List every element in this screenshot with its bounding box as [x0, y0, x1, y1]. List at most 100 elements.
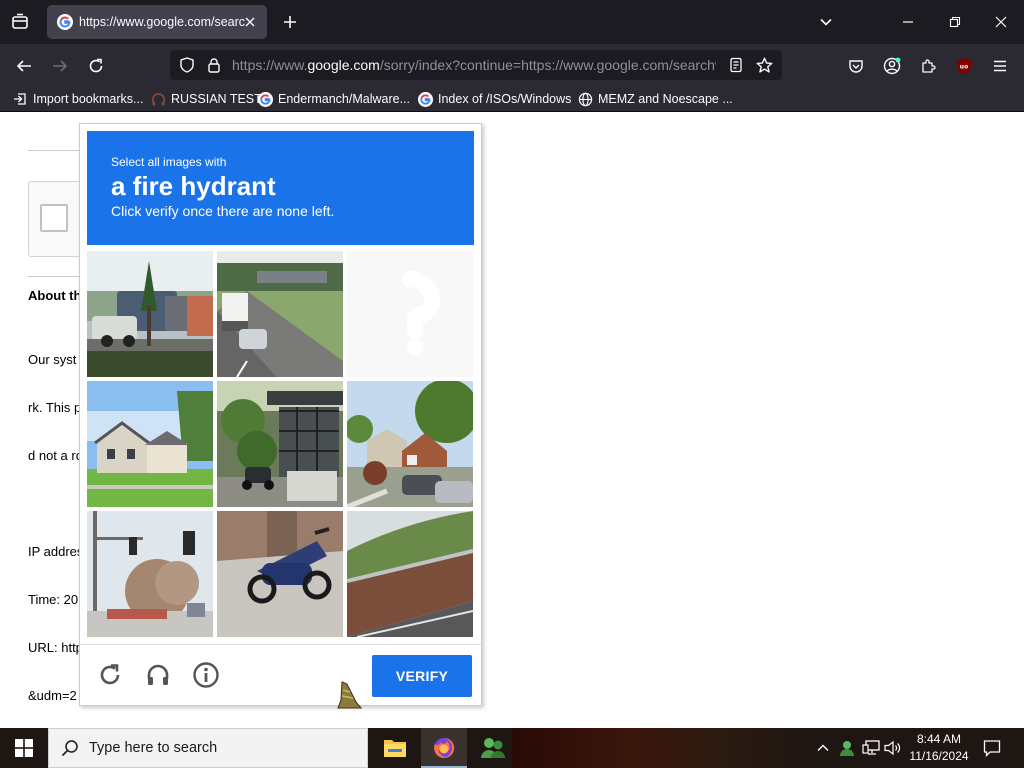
tile-image	[347, 381, 473, 507]
file-explorer-icon	[384, 740, 406, 757]
lock-icon	[208, 58, 220, 73]
navigation-toolbar: https://www.google.com/sorry/index?conti…	[0, 44, 1024, 86]
taskbar-file-explorer[interactable]	[372, 728, 418, 768]
svg-text:uo: uo	[960, 64, 968, 71]
captcha-tile[interactable]	[347, 511, 473, 637]
restore-button[interactable]	[935, 6, 975, 38]
reload-button[interactable]	[82, 52, 110, 80]
account-button[interactable]	[878, 52, 906, 80]
bookmark-memz[interactable]: MEMZ and Noescape ...	[577, 90, 733, 108]
challenge-header: Select all images with a fire hydrant Cl…	[87, 131, 474, 245]
tile-image	[217, 251, 343, 377]
bookmark-endermanch[interactable]: Endermanch/Malware...	[257, 90, 410, 108]
bookmark-label: RUSSIAN TEST	[171, 92, 262, 106]
taskbar-messenger[interactable]	[470, 728, 516, 768]
captcha-tile[interactable]	[347, 251, 473, 377]
show-hidden-icons-button[interactable]	[813, 738, 833, 758]
tab-list-icon	[12, 13, 28, 29]
bookmarks-toolbar: Import bookmarks... RUSSIAN TEST Enderma…	[0, 86, 1024, 112]
network-icon	[862, 740, 880, 755]
about-line: &udm=2	[28, 688, 77, 703]
minimize-button[interactable]	[888, 6, 928, 38]
tile-image	[87, 381, 213, 507]
tabs-overflow-button[interactable]	[814, 10, 838, 34]
bookmark-import[interactable]: Import bookmarks...	[12, 90, 143, 108]
chevron-down-icon	[820, 18, 832, 26]
taskbar-search-box[interactable]: Type here to search	[48, 728, 368, 768]
extensions-button[interactable]	[914, 52, 942, 80]
captcha-tile[interactable]	[217, 511, 343, 637]
arrow-right-icon	[53, 60, 68, 72]
help-button[interactable]	[190, 659, 222, 691]
pocket-button[interactable]	[842, 52, 870, 80]
google-g-icon	[257, 91, 273, 107]
info-icon	[193, 662, 219, 688]
taskbar: Type here to search 8:44 AM 11/16/2024	[0, 728, 1024, 768]
clock-time: 8:44 AM	[916, 732, 962, 746]
tab-title: https://www.google.com/search?q=	[79, 15, 245, 29]
chevron-up-icon	[817, 744, 829, 751]
captcha-tile[interactable]	[87, 511, 213, 637]
recaptcha-challenge: Select all images with a fire hydrant Cl…	[79, 123, 482, 706]
taskbar-firefox[interactable]	[421, 728, 467, 768]
new-tab-button[interactable]	[278, 10, 302, 34]
bookmark-isos-windows[interactable]: Index of /ISOs/Windows	[417, 90, 571, 108]
firefox-icon	[434, 737, 455, 758]
challenge-instruction: Select all images with	[111, 155, 227, 169]
puzzle-icon	[922, 59, 936, 73]
tracking-protection-icon[interactable]	[178, 56, 196, 74]
about-heading: About th	[28, 288, 82, 303]
captcha-tile[interactable]	[217, 381, 343, 507]
tile-image	[87, 251, 213, 377]
bookmark-russian-test[interactable]: RUSSIAN TEST	[150, 90, 262, 108]
captcha-tile[interactable]	[347, 381, 473, 507]
tab-bar: https://www.google.com/search?q=	[0, 0, 1024, 44]
url-text[interactable]: https://www.google.com/sorry/index?conti…	[232, 57, 716, 73]
captcha-tile[interactable]	[217, 251, 343, 377]
ublock-icon: uo	[957, 58, 971, 74]
messenger-icon	[481, 738, 505, 758]
url-prefix: https://www.	[232, 57, 308, 73]
taskbar-clock[interactable]: 8:44 AM 11/16/2024	[902, 731, 976, 765]
reload-icon	[100, 664, 120, 685]
arrow-left-icon	[16, 60, 31, 72]
challenge-footer: VERIFY	[80, 644, 481, 706]
recaptcha-checkbox[interactable]	[40, 204, 68, 232]
about-line: IP addres	[28, 544, 84, 559]
bookmark-label: Import bookmarks...	[33, 92, 144, 106]
url-host: google.com	[307, 57, 380, 73]
browser-tab[interactable]: https://www.google.com/search?q=	[47, 5, 267, 39]
tray-volume[interactable]	[883, 738, 903, 758]
site-security-icon[interactable]	[205, 56, 223, 74]
tray-network[interactable]	[861, 738, 881, 758]
menu-button[interactable]	[986, 52, 1014, 80]
captcha-tile[interactable]	[87, 251, 213, 377]
close-tab-button[interactable]	[241, 13, 259, 31]
action-center-button[interactable]	[980, 736, 1004, 760]
verify-button[interactable]: VERIFY	[372, 655, 472, 697]
forward-button[interactable]	[46, 52, 74, 80]
new-challenge-button[interactable]	[94, 659, 126, 691]
close-icon	[245, 17, 255, 27]
bookmark-star-button[interactable]	[755, 56, 773, 74]
list-all-tabs-button[interactable]	[6, 8, 34, 36]
bookmark-label: Index of /ISOs/Windows	[438, 92, 572, 106]
wallpaper-strip	[512, 728, 812, 768]
back-button[interactable]	[10, 52, 38, 80]
reader-view-button[interactable]	[727, 56, 745, 74]
messenger-tray-icon	[840, 741, 854, 756]
close-window-button[interactable]	[981, 6, 1021, 38]
plus-icon	[284, 16, 296, 28]
about-line: d not a ro	[28, 448, 83, 463]
about-line	[28, 496, 83, 512]
ublock-origin-button[interactable]: uo	[950, 52, 978, 80]
captcha-tile[interactable]	[87, 381, 213, 507]
search-icon	[61, 740, 78, 757]
hamburger-icon	[994, 60, 1006, 72]
audio-challenge-button[interactable]	[142, 659, 174, 691]
tray-messenger[interactable]	[837, 738, 857, 758]
speaker-icon	[884, 740, 901, 756]
start-button[interactable]	[0, 728, 48, 768]
reload-icon	[89, 58, 103, 73]
address-bar[interactable]: https://www.google.com/sorry/index?conti…	[170, 50, 782, 80]
